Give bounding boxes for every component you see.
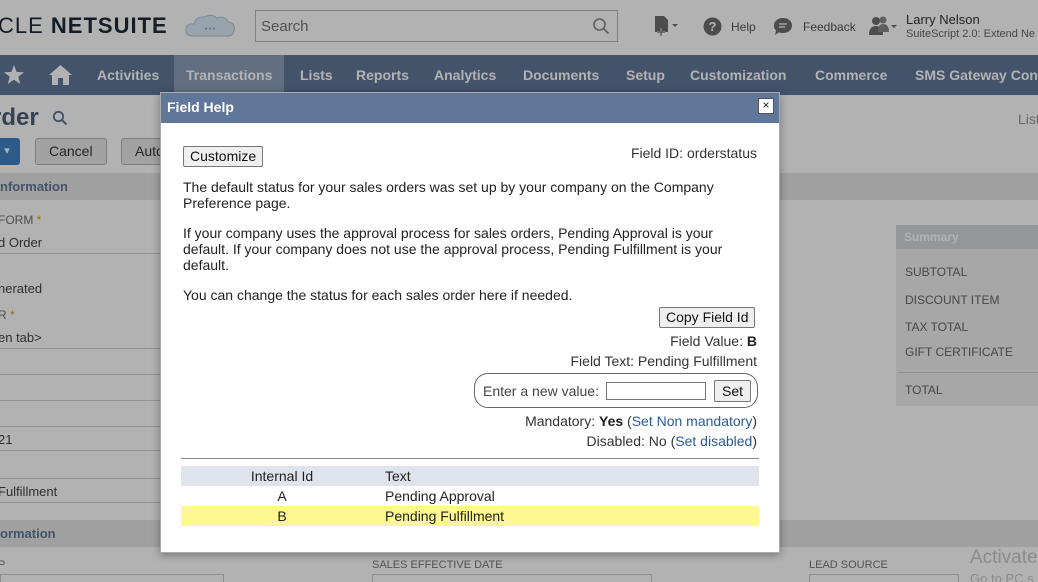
new-value-input[interactable] <box>606 382 706 400</box>
copy-field-id-button[interactable]: Copy Field Id <box>659 307 756 328</box>
dialog-title: Field Help <box>167 99 234 115</box>
help-paragraph: The default status for your sales orders… <box>183 179 714 211</box>
table-row[interactable]: A Pending Approval <box>181 486 759 506</box>
cell-internal-id: B <box>277 508 287 524</box>
help-paragraph: You can change the status for each sales… <box>183 287 573 303</box>
cell-text: Pending Fulfillment <box>385 508 505 524</box>
help-paragraph: If your company uses the approval proces… <box>183 225 723 273</box>
table-header: Internal Id Text <box>181 466 759 486</box>
customize-button[interactable]: Customize <box>183 146 264 167</box>
set-button[interactable]: Set <box>714 380 752 402</box>
values-table: Internal Id Text A Pending Approval B Pe… <box>181 466 759 526</box>
set-disabled-link[interactable]: Set disabled <box>675 433 752 449</box>
mandatory-value: Yes <box>599 413 624 429</box>
cell-text: Pending Approval <box>385 488 495 504</box>
field-help-dialog: Field Help × Customize Field ID: orderst… <box>160 92 780 553</box>
field-value-row: Field Value: B <box>670 333 757 349</box>
dialog-header[interactable]: Field Help × <box>161 93 779 123</box>
field-text: Field Text: Pending Fulfillment <box>570 353 758 369</box>
disabled-label: Disabled: <box>586 433 645 449</box>
dialog-body: Customize Field ID: orderstatus The defa… <box>161 123 779 552</box>
cell-internal-id: A <box>277 488 287 504</box>
field-id-text: Field ID: orderstatus <box>630 145 757 161</box>
new-value-group: Enter a new value: Set <box>474 373 758 408</box>
close-button[interactable]: × <box>758 98 774 114</box>
mandatory-row: Mandatory: Yes (Set Non mandatory) <box>525 413 757 429</box>
field-value-label: Field Value: <box>670 333 743 349</box>
table-row-selected[interactable]: B Pending Fulfillment <box>181 506 759 526</box>
disabled-value: No <box>648 433 667 449</box>
set-non-mandatory-link[interactable]: Set Non mandatory <box>632 413 753 429</box>
dialog-divider <box>181 458 759 459</box>
column-header-text: Text <box>385 468 411 484</box>
new-value-label: Enter a new value: <box>483 383 599 399</box>
column-header-internal-id: Internal Id <box>250 468 314 484</box>
mandatory-label: Mandatory: <box>525 413 596 429</box>
field-value: B <box>746 333 757 349</box>
disabled-row: Disabled: No (Set disabled) <box>586 433 757 449</box>
